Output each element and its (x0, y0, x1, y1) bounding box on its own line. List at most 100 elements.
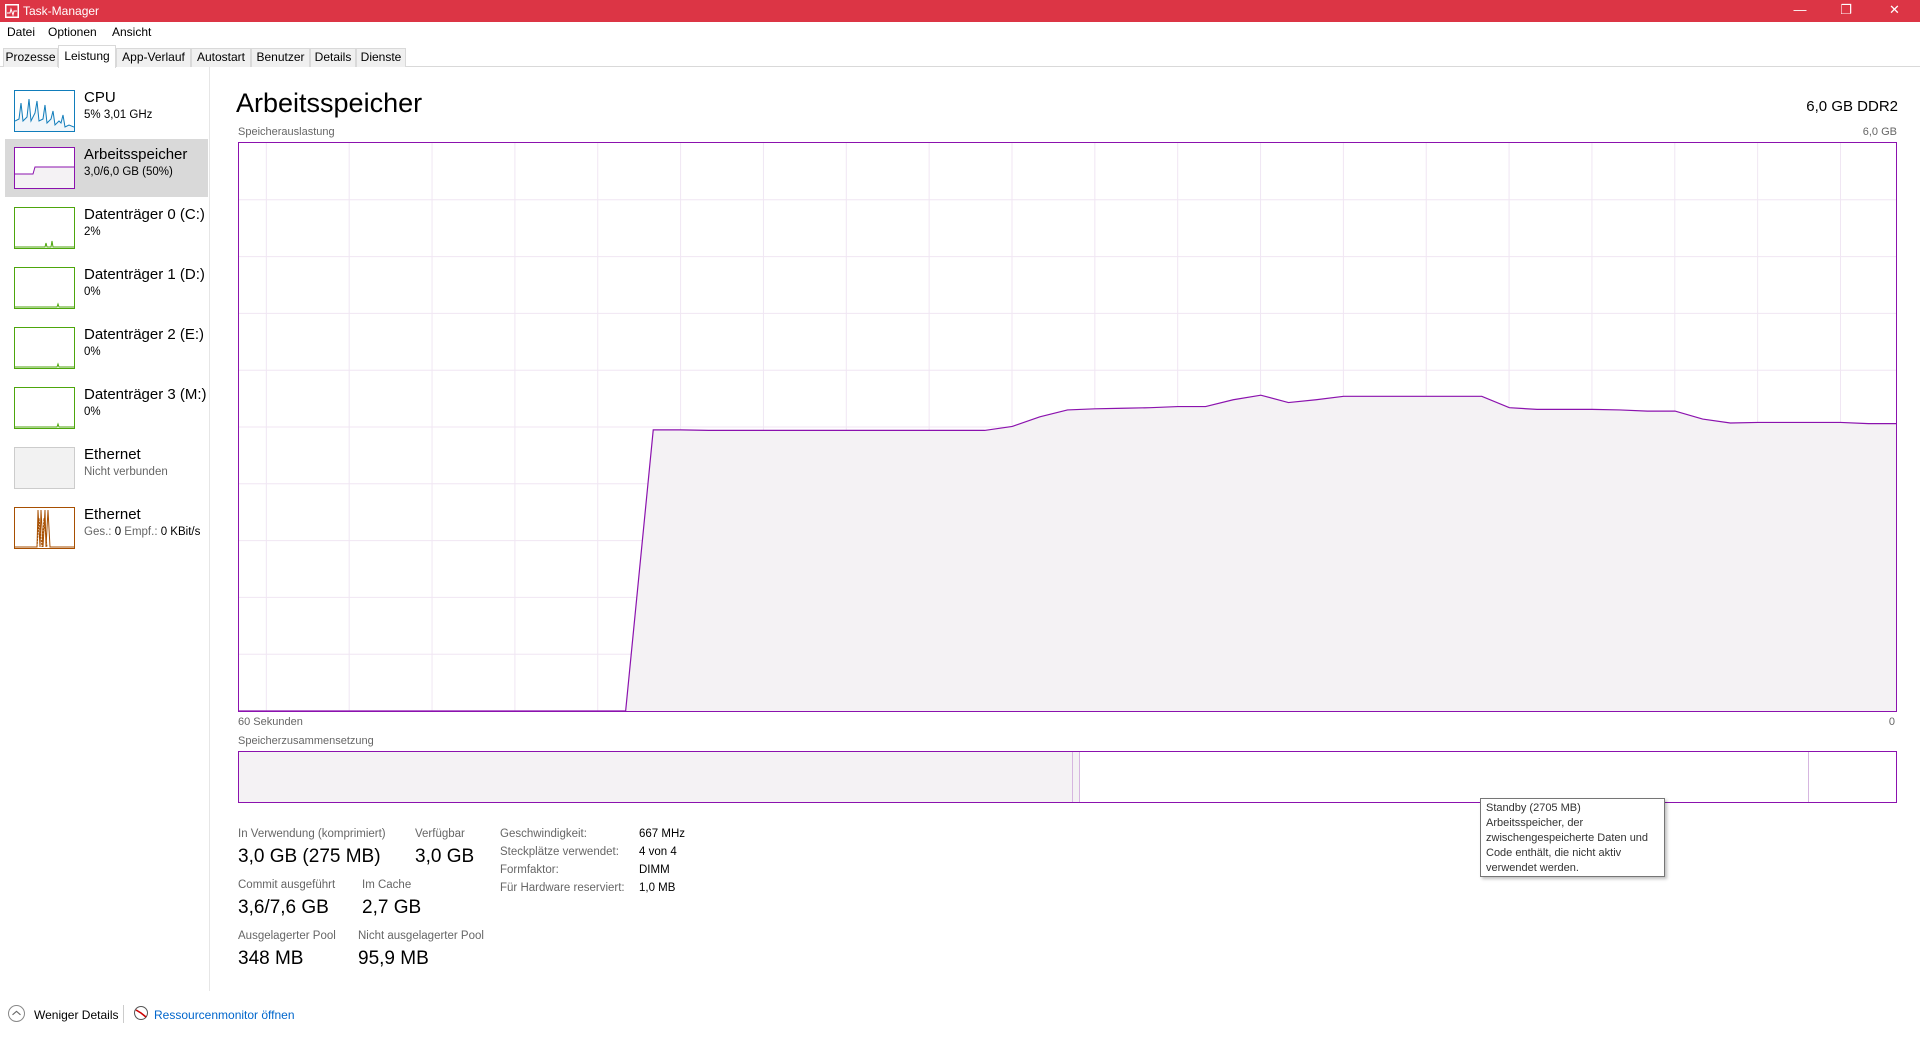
sidebar-item-title: Datenträger 1 (D:) (84, 266, 205, 283)
ethernet-thumbnail-graph (14, 447, 75, 489)
slots-value: 4 von 4 (639, 846, 677, 858)
speed-label: Geschwindigkeit: (500, 828, 587, 840)
sidebar-item-title: Arbeitsspeicher (84, 146, 188, 163)
sidebar-item-title: CPU (84, 89, 116, 106)
available-value: 3,0 GB (415, 846, 475, 867)
close-button[interactable]: ✕ (1869, 0, 1920, 22)
composition-segment-ge-ndert[interactable] (1071, 752, 1080, 802)
cached-label: Im Cache (362, 879, 412, 891)
nonpaged-pool-value: 95,9 MB (358, 948, 429, 969)
sidebar-item-disk-1[interactable]: Datenträger 1 (D:) 0% (5, 259, 208, 317)
restore-button[interactable]: ❐ (1823, 0, 1869, 22)
sidebar-item-subtitle: 2% (84, 226, 101, 238)
chart-x-label-left: 60 Sekunden (238, 716, 303, 728)
usage-area (239, 395, 1896, 711)
sidebar-item-title: Datenträger 0 (C:) (84, 206, 205, 223)
standby-tooltip: Standby (2705 MB) Arbeitsspeicher, der z… (1480, 798, 1665, 877)
page-title: Arbeitsspeicher (236, 88, 423, 118)
available-label: Verfügbar (415, 828, 465, 840)
cached-value: 2,7 GB (362, 897, 422, 918)
in-use-label: In Verwendung (komprimiert) (238, 828, 386, 840)
sidebar-item-title: Datenträger 3 (M:) (84, 386, 207, 403)
sidebar-item-ethernet[interactable]: Ethernet Ges.: 0 Empf.: 0 KBit/s (5, 499, 208, 557)
sidebar-item-cpu[interactable]: CPU 5% 3,01 GHz (5, 82, 208, 140)
paged-pool-value: 348 MB (238, 948, 304, 969)
usage-chart-max: 6,0 GB (1862, 126, 1897, 138)
sidebar-item-disk-3[interactable]: Datenträger 3 (M:) 0% (5, 379, 208, 437)
menu-ansicht[interactable]: Ansicht (112, 25, 151, 39)
tab-dienste[interactable]: Dienste (356, 48, 406, 67)
nonpaged-pool-label: Nicht ausgelagerter Pool (358, 930, 484, 942)
tab-prozesse[interactable]: Prozesse (3, 48, 58, 67)
sidebar-item-subtitle: Nicht verbunden (84, 466, 168, 478)
receive-label: Empf.: (121, 526, 161, 538)
tab-benutzer[interactable]: Benutzer (251, 48, 310, 67)
title-bar: Task-Manager — ❐ ✕ (0, 0, 1920, 22)
sidebar-item-title: Datenträger 2 (E:) (84, 326, 205, 343)
sidebar-item-disk-0[interactable]: Datenträger 0 (C:) 2% (5, 199, 208, 257)
restore-icon: ❐ (1840, 2, 1852, 17)
minimize-icon: — (1793, 2, 1807, 17)
tab-leistung[interactable]: Leistung (58, 45, 116, 68)
receive-value: 0 KBit/s (160, 526, 201, 538)
disk-thumbnail-graph (14, 267, 75, 309)
ethernet-thumbnail-graph (14, 507, 75, 549)
memory-usage-svg (239, 143, 1896, 711)
hardware-reserved-value: 1,0 MB (639, 882, 676, 894)
memory-thumbnail-graph (14, 147, 75, 189)
tab-strip: Prozesse Leistung App-Verlauf Autostart … (0, 45, 1920, 68)
sidebar-item-subtitle: Ges.: 0 Empf.: 0 KBit/s (84, 526, 200, 538)
send-label: Ges.: (84, 526, 115, 538)
sidebar-item-subtitle: 0% (84, 286, 101, 298)
close-icon: ✕ (1889, 2, 1900, 17)
composition-label: Speicherzusammensetzung (238, 735, 374, 747)
cpu-thumbnail-graph (14, 90, 75, 132)
committed-value: 3,6/7,6 GB (238, 897, 329, 918)
performance-sidebar: CPU 5% 3,01 GHz Arbeitsspeicher 3,0/6,0 … (0, 67, 210, 991)
sidebar-item-ethernet-disconnected[interactable]: Ethernet Nicht verbunden (5, 439, 208, 497)
committed-label: Commit ausgeführt (238, 879, 336, 891)
open-resource-monitor-link[interactable]: Ressourcenmonitor öffnen (154, 1008, 295, 1022)
hardware-reserved-label: Für Hardware reserviert: (500, 882, 625, 894)
chart-x-label-right: 0 (1888, 716, 1895, 728)
sidebar-item-subtitle: 5% 3,01 GHz (84, 109, 153, 121)
disk-thumbnail-graph (14, 207, 75, 249)
tooltip-line: Arbeitsspeicher, der (1486, 817, 1584, 829)
sidebar-item-disk-2[interactable]: Datenträger 2 (E:) 0% (5, 319, 208, 377)
chevron-up-icon[interactable] (8, 1005, 25, 1022)
tooltip-line: Standby (2705 MB) (1486, 802, 1581, 814)
tab-app-verlauf[interactable]: App-Verlauf (116, 48, 191, 67)
usage-chart-label: Speicherauslastung (238, 126, 335, 138)
window-title: Task-Manager (23, 4, 100, 18)
sidebar-item-title: Ethernet (84, 506, 141, 523)
disk-thumbnail-graph (14, 327, 75, 369)
form-factor-label: Formfaktor: (500, 864, 559, 876)
menu-datei[interactable]: Datei (7, 25, 35, 39)
tooltip-line: Code enthält, die nicht aktiv (1486, 847, 1622, 859)
fewer-details-button[interactable]: Weniger Details (34, 1008, 118, 1022)
menu-bar: Datei Optionen Ansicht (0, 22, 1920, 42)
memory-composition-bar[interactable] (238, 751, 1897, 803)
memory-spec: 6,0 GB DDR2 (1806, 98, 1898, 115)
tooltip-line: zwischengespeicherte Daten und (1486, 832, 1649, 844)
tab-details[interactable]: Details (310, 48, 356, 67)
in-use-value: 3,0 GB (275 MB) (238, 846, 381, 867)
paged-pool-label: Ausgelagerter Pool (238, 930, 336, 942)
memory-usage-chart (238, 142, 1897, 712)
menu-optionen[interactable]: Optionen (48, 25, 97, 39)
speed-value: 667 MHz (639, 828, 686, 840)
composition-segment-in-verwendung[interactable] (239, 752, 1072, 802)
minimize-button[interactable]: — (1777, 0, 1823, 22)
sidebar-item-memory[interactable]: Arbeitsspeicher 3,0/6,0 GB (50%) (5, 139, 208, 197)
composition-segment-standby[interactable] (1079, 752, 1809, 802)
tab-autostart[interactable]: Autostart (191, 48, 251, 67)
composition-segment-frei[interactable] (1808, 752, 1896, 802)
form-factor-value: DIMM (639, 864, 670, 876)
disk-thumbnail-graph (14, 387, 75, 429)
tooltip-line: verwendet werden. (1486, 862, 1579, 874)
sidebar-item-subtitle: 0% (84, 406, 101, 418)
footer: Weniger Details Ressourcenmonitor öffnen (0, 1005, 1920, 1029)
resource-monitor-icon[interactable] (133, 1005, 149, 1021)
sidebar-item-subtitle: 3,0/6,0 GB (50%) (84, 166, 173, 178)
slots-label: Steckplätze verwendet: (500, 846, 619, 858)
